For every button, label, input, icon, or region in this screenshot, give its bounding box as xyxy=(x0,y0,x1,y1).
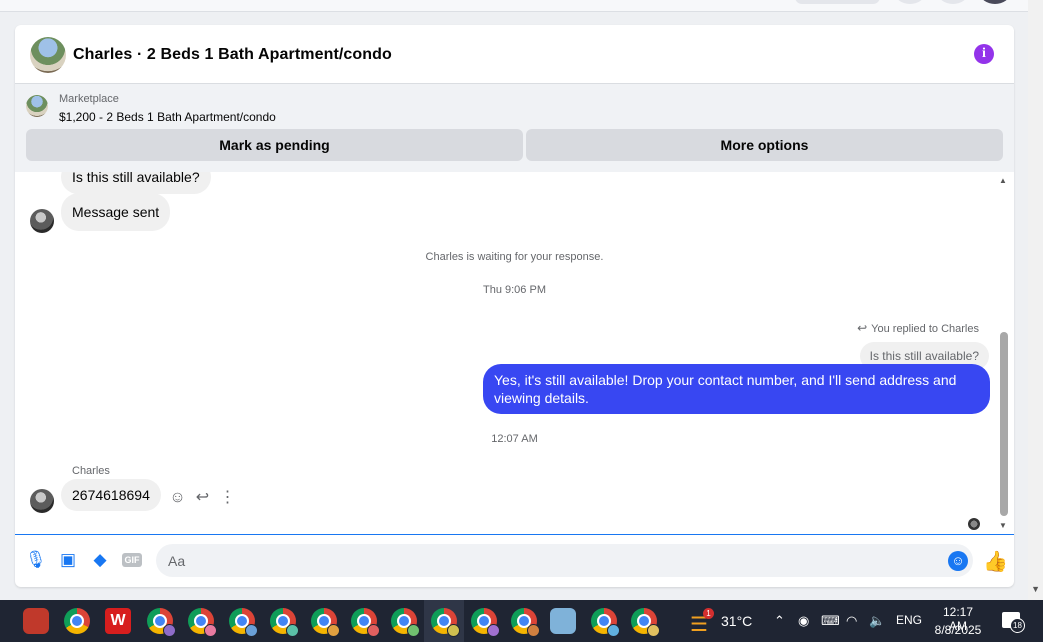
emoji-icon[interactable]: ☺ xyxy=(165,489,190,507)
browser-top-strip xyxy=(0,0,1028,12)
profile-badge xyxy=(447,624,460,637)
message-input[interactable] xyxy=(156,544,973,577)
profile-badge xyxy=(407,624,420,637)
profile-badge xyxy=(245,624,258,637)
profile-badge xyxy=(286,624,299,637)
more-options-button[interactable]: More options xyxy=(526,129,1003,161)
tray-overflow-icon[interactable]: ⌃ xyxy=(774,613,785,629)
scrollbar-thumb[interactable] xyxy=(1000,332,1008,516)
profile-badge xyxy=(487,624,500,637)
scroll-down-arrow-icon[interactable]: ▼ xyxy=(1031,584,1040,594)
profile-badge xyxy=(327,624,340,637)
message-actions: ☺ ↩ ⋮ xyxy=(165,487,240,507)
marketplace-label: Marketplace xyxy=(59,93,119,105)
input-method-icon[interactable]: ⌨ xyxy=(821,613,840,629)
listing-thumbnail[interactable] xyxy=(26,95,48,117)
thread-scrollbar[interactable]: ▲ ▼ xyxy=(999,172,1009,534)
record-icon[interactable]: ◉ xyxy=(798,613,809,629)
profile-badge xyxy=(607,624,620,637)
language-indicator[interactable]: ENG xyxy=(896,613,922,627)
profile-badge xyxy=(204,624,217,637)
taskbar-app-icon[interactable] xyxy=(23,608,49,634)
incoming-message[interactable]: 2674618694 xyxy=(61,479,161,511)
chrome-profile-icon[interactable] xyxy=(147,608,176,637)
more-vertical-icon[interactable]: ⋮ xyxy=(215,487,240,507)
mark-as-pending-button[interactable]: Mark as pending xyxy=(26,129,523,161)
reply-note-text: You replied to Charles xyxy=(871,323,979,335)
sender-name: Charles xyxy=(72,465,110,477)
reply-note: ↩ You replied to Charles xyxy=(857,321,979,335)
waiting-status-text: Charles is waiting for your response. xyxy=(425,251,604,263)
weather-icon[interactable]: ☰ 1 xyxy=(690,608,714,637)
windows-taskbar: W ☰ 1 31°C ⌃ ◉ ⌨ ◠ 🔈 ENG 12:17 AM 8/8/202… xyxy=(0,600,1043,642)
profile-avatar[interactable] xyxy=(980,0,1010,4)
microphone-icon[interactable]: 🎙 xyxy=(25,550,47,570)
reply-icon: ↩ xyxy=(857,321,868,335)
chrome-profile-icon[interactable] xyxy=(270,608,299,637)
weather-badge: 1 xyxy=(703,608,714,619)
timestamp: Thu 9:06 PM xyxy=(483,284,546,296)
clock-date[interactable]: 8/8/2025 xyxy=(930,623,986,637)
volume-icon[interactable]: 🔈 xyxy=(869,613,885,629)
thumbs-up-icon[interactable]: 👍 xyxy=(983,549,1008,574)
scroll-up-arrow-icon[interactable]: ▲ xyxy=(999,176,1007,185)
incoming-message[interactable]: Is this still available? xyxy=(61,172,211,194)
chrome-profile-icon[interactable] xyxy=(511,608,540,637)
chrome-profile-icon[interactable] xyxy=(431,608,460,637)
notepad-icon[interactable] xyxy=(550,608,576,634)
chat-header: Charles · 2 Beds 1 Bath Apartment/condo … xyxy=(15,25,1014,84)
chrome-profile-icon[interactable] xyxy=(229,608,258,637)
temperature[interactable]: 31°C xyxy=(721,613,752,629)
wps-office-icon[interactable]: W xyxy=(105,608,131,634)
page-scrollbar[interactable]: ▼ xyxy=(1028,0,1043,600)
notification-icon[interactable]: 18 xyxy=(1002,612,1025,633)
incoming-message[interactable]: Message sent xyxy=(61,193,171,231)
profile-badge xyxy=(163,624,176,637)
gif-icon[interactable]: GIF xyxy=(122,553,142,567)
chrome-icon[interactable] xyxy=(64,608,90,634)
chat-title[interactable]: Charles · 2 Beds 1 Bath Apartment/condo xyxy=(73,46,392,64)
top-circle-button[interactable] xyxy=(938,0,968,4)
chrome-profile-icon[interactable] xyxy=(311,608,340,637)
message-thread[interactable]: Is this still available? Message sent Ch… xyxy=(15,172,1014,535)
marketplace-banner: Marketplace $1,200 - 2 Beds 1 Bath Apart… xyxy=(15,84,1014,172)
message-composer: 🎙 ▣ ◆ GIF ☺ 👍 xyxy=(15,535,1014,587)
profile-badge xyxy=(527,624,540,637)
chrome-profile-icon[interactable] xyxy=(188,608,217,637)
outgoing-message[interactable]: Yes, it's still available! Drop your con… xyxy=(483,364,990,414)
contact-avatar[interactable] xyxy=(30,209,54,233)
contact-avatar[interactable] xyxy=(30,489,54,513)
chrome-profile-icon[interactable] xyxy=(471,608,500,637)
profile-badge xyxy=(647,624,660,637)
chrome-profile-icon[interactable] xyxy=(351,608,380,637)
wifi-icon[interactable]: ◠ xyxy=(846,613,857,629)
top-pill-button[interactable] xyxy=(795,0,880,4)
profile-badge xyxy=(367,624,380,637)
listing-title[interactable]: $1,200 - 2 Beds 1 Bath Apartment/condo xyxy=(59,110,276,124)
listing-avatar[interactable] xyxy=(30,37,66,73)
chat-panel: Charles · 2 Beds 1 Bath Apartment/condo … xyxy=(15,25,1014,587)
chrome-profile-icon[interactable] xyxy=(391,608,420,637)
seen-avatar xyxy=(968,518,980,530)
timestamp: 12:07 AM xyxy=(491,433,538,445)
emoji-icon[interactable]: ☺ xyxy=(948,551,968,571)
chrome-profile-icon[interactable] xyxy=(631,608,660,637)
photo-icon[interactable]: ▣ xyxy=(58,550,78,570)
notification-count: 18 xyxy=(1010,618,1025,633)
sticker-icon[interactable]: ◆ xyxy=(90,550,110,570)
chrome-profile-icon[interactable] xyxy=(591,608,620,637)
reply-icon[interactable]: ↩ xyxy=(190,487,215,507)
top-circle-button[interactable] xyxy=(895,0,925,4)
info-icon[interactable]: i xyxy=(974,44,994,64)
scroll-down-arrow-icon[interactable]: ▼ xyxy=(999,521,1007,530)
